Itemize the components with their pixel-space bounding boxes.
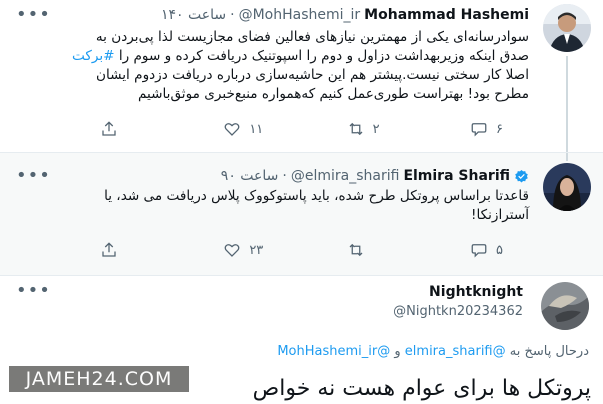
thread-line (566, 153, 568, 161)
verified-badge-icon (515, 169, 528, 182)
tweet-line: آسترازنکا! (471, 207, 529, 223)
heart-icon (224, 244, 240, 257)
user-handle[interactable]: @Nightkn20234362 (393, 304, 523, 319)
thread-line (566, 56, 568, 152)
retweet-button[interactable]: ۲ (347, 120, 397, 138)
like-count: ۲۳ (249, 242, 264, 258)
retweet-count: ۲ (372, 121, 380, 137)
like-button[interactable]: ۲۳ (223, 241, 273, 259)
reply-button[interactable]: ۵ (470, 241, 520, 259)
share-icon (102, 242, 116, 257)
tweet-text: قاعدتا براساس پروتکل طرح شده، باید پاستو… (20, 187, 529, 225)
tweet-line: سوادرسانه‌ای یکی از مهمترین نیازهای فعال… (95, 29, 529, 45)
reply-icon (471, 123, 487, 137)
more-dots-icon[interactable]: ••• (16, 6, 51, 24)
replying-to-label: درحال پاسخ به (509, 344, 589, 359)
tweet-time[interactable]: ۱۴۰ ساعت (161, 7, 226, 23)
hashtag-link[interactable]: #برکت (72, 48, 115, 64)
tweet-line: مطرح بود! بهتراست طوری‌عمل کنیم که‌هموار… (138, 86, 529, 102)
tweet-line: اصلا کار سختی نیست.پیشتر هم این حاشیه‌سا… (96, 67, 529, 83)
tweet-header: ۱۴۰ ساعت · @MohHashemi_ir Mohammad Hashe… (161, 4, 529, 26)
user-handle[interactable]: @MohHashemi_ir (239, 7, 361, 23)
reply-text: پروتکل ها برای عوام هست نه خواص (252, 376, 591, 401)
avatar[interactable] (543, 163, 591, 211)
reply-count: ۶ (495, 121, 503, 137)
separator-dot: · (282, 168, 287, 184)
tweet-elmira-sharifi[interactable]: ••• ۹۰ ساعت · @elmira_sharifi Elmira Sha… (0, 152, 603, 276)
tweet-mohammad-hashemi[interactable]: ••• ۱۴۰ ساعت · @MohHashemi_ir Mohammad H… (0, 0, 603, 152)
user-name[interactable]: Mohammad Hashemi (364, 7, 529, 23)
share-button[interactable] (100, 120, 150, 138)
user-handle[interactable]: @elmira_sharifi (291, 168, 400, 184)
retweet-icon (349, 243, 363, 257)
avatar[interactable] (541, 282, 589, 330)
user-name[interactable]: Elmira Sharifi (403, 168, 510, 184)
tweet-actions: ۲۳ ۵ (100, 239, 520, 261)
user-name[interactable]: Nightknight (397, 284, 523, 300)
avatar[interactable] (543, 4, 591, 52)
tweet-header: ۹۰ ساعت · @elmira_sharifi Elmira Sharifi (221, 165, 529, 187)
retweet-icon (349, 122, 363, 136)
tweet-line: صدق اینکه وزیربهداشت دزاول و دوم را اسپو… (72, 48, 529, 64)
share-button[interactable] (100, 241, 150, 259)
replying-to: درحال پاسخ به @elmira_sharifi و @MohHash… (277, 344, 589, 359)
site-watermark: JAMEH24.COM (9, 366, 189, 392)
retweet-button[interactable] (347, 241, 397, 259)
reply-author: Nightknight @Nightkn20234362 (393, 284, 523, 319)
separator-dot: · (230, 7, 235, 23)
reply-icon (471, 244, 487, 258)
more-dots-icon[interactable]: ••• (16, 282, 51, 300)
tweet-line: قاعدتا براساس پروتکل طرح شده، باید پاستو… (104, 188, 529, 204)
mention-link-1[interactable]: @elmira_sharifi (405, 344, 506, 359)
like-button[interactable]: ۱۱ (223, 120, 273, 138)
like-count: ۱۱ (249, 121, 264, 137)
more-dots-icon[interactable]: ••• (16, 167, 51, 185)
tweet-actions: ۱۱ ۲ ۶ (100, 118, 520, 140)
heart-icon (224, 123, 240, 136)
conjunction: و (394, 344, 401, 359)
reply-button[interactable]: ۶ (470, 120, 520, 138)
tweet-time[interactable]: ۹۰ ساعت (221, 168, 279, 184)
share-icon (102, 121, 116, 136)
tweet-text: سوادرسانه‌ای یکی از مهمترین نیازهای فعال… (20, 28, 529, 104)
mention-link-2[interactable]: @MohHashemi_ir (277, 344, 390, 359)
reply-count: ۵ (495, 242, 503, 258)
